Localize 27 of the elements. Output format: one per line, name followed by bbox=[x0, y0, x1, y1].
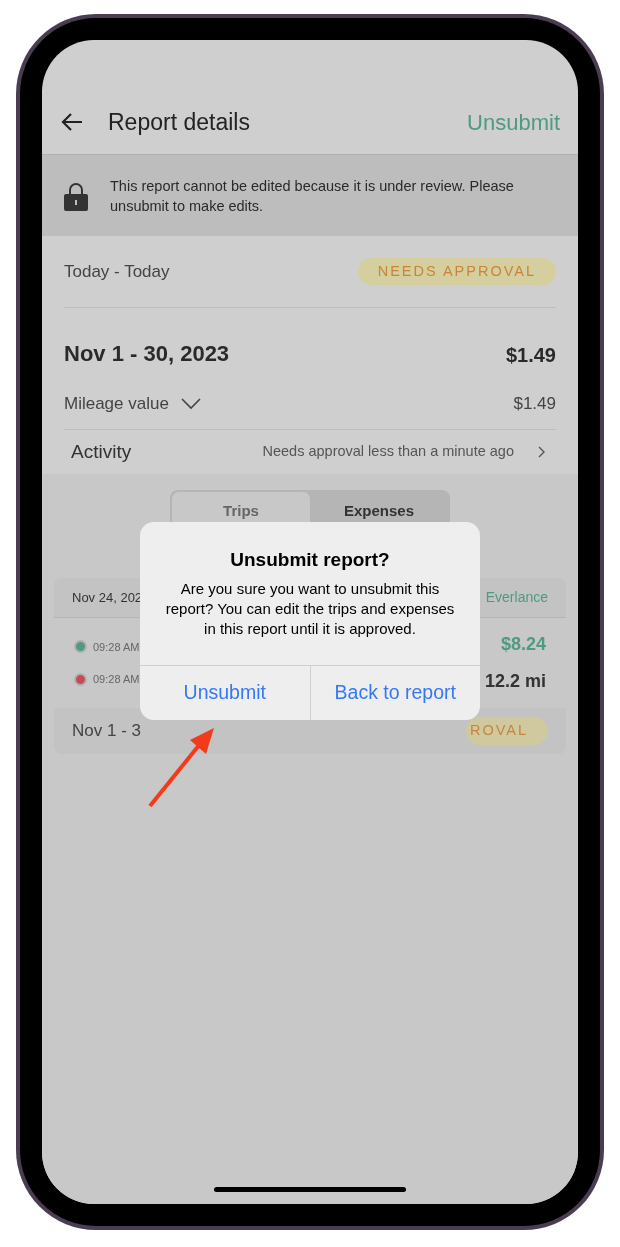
page-title: Report details bbox=[108, 107, 250, 137]
dialog-title: Unsubmit report? bbox=[230, 548, 390, 572]
trip-report-range: Nov 1 - 3 bbox=[72, 720, 141, 743]
dialog-button[interactable]: Back to report bbox=[309, 665, 480, 720]
segment-tab[interactable]: Expenses bbox=[310, 492, 448, 528]
status-badge: NEEDS APPROVAL bbox=[357, 257, 556, 286]
report-range: Nov 1 - 30, 2023 bbox=[64, 340, 230, 368]
back-icon[interactable] bbox=[60, 112, 84, 132]
chevron-right-icon bbox=[538, 446, 546, 458]
stop-time: 09:28 AM bbox=[93, 639, 140, 655]
dialog-button[interactable]: Unsubmit bbox=[140, 665, 310, 720]
activity-detail: Needs approval less than a minute ago bbox=[262, 442, 514, 462]
banner-text: This report cannot be edited because it is under review. Please unsubmit to make edits. bbox=[110, 176, 515, 216]
activity-label: Activity bbox=[71, 439, 132, 464]
mileage-value-toggle[interactable]: Mileage value bbox=[64, 390, 201, 417]
lock-icon bbox=[64, 180, 88, 211]
trip-distance: 12.2 mi bbox=[484, 670, 546, 693]
trip-status-badge: ROVAL bbox=[465, 717, 548, 745]
stop-time: 09:28 AM bbox=[93, 672, 140, 687]
trip-amount: $8.24 bbox=[500, 633, 546, 656]
dialog-message: Are you sure you want to unsubmit this report? You can edit the trips and expenses in this report until it is approved. bbox=[164, 578, 456, 639]
activity-row[interactable]: Activity Needs approval less than a minute ago bbox=[64, 430, 556, 474]
chevron-down-icon bbox=[180, 397, 201, 410]
report-total: $1.49 bbox=[505, 343, 556, 368]
period-text: Today - Today bbox=[64, 260, 170, 283]
mileage-value: $1.49 bbox=[513, 392, 556, 415]
trip-source: Everlance bbox=[485, 588, 548, 607]
